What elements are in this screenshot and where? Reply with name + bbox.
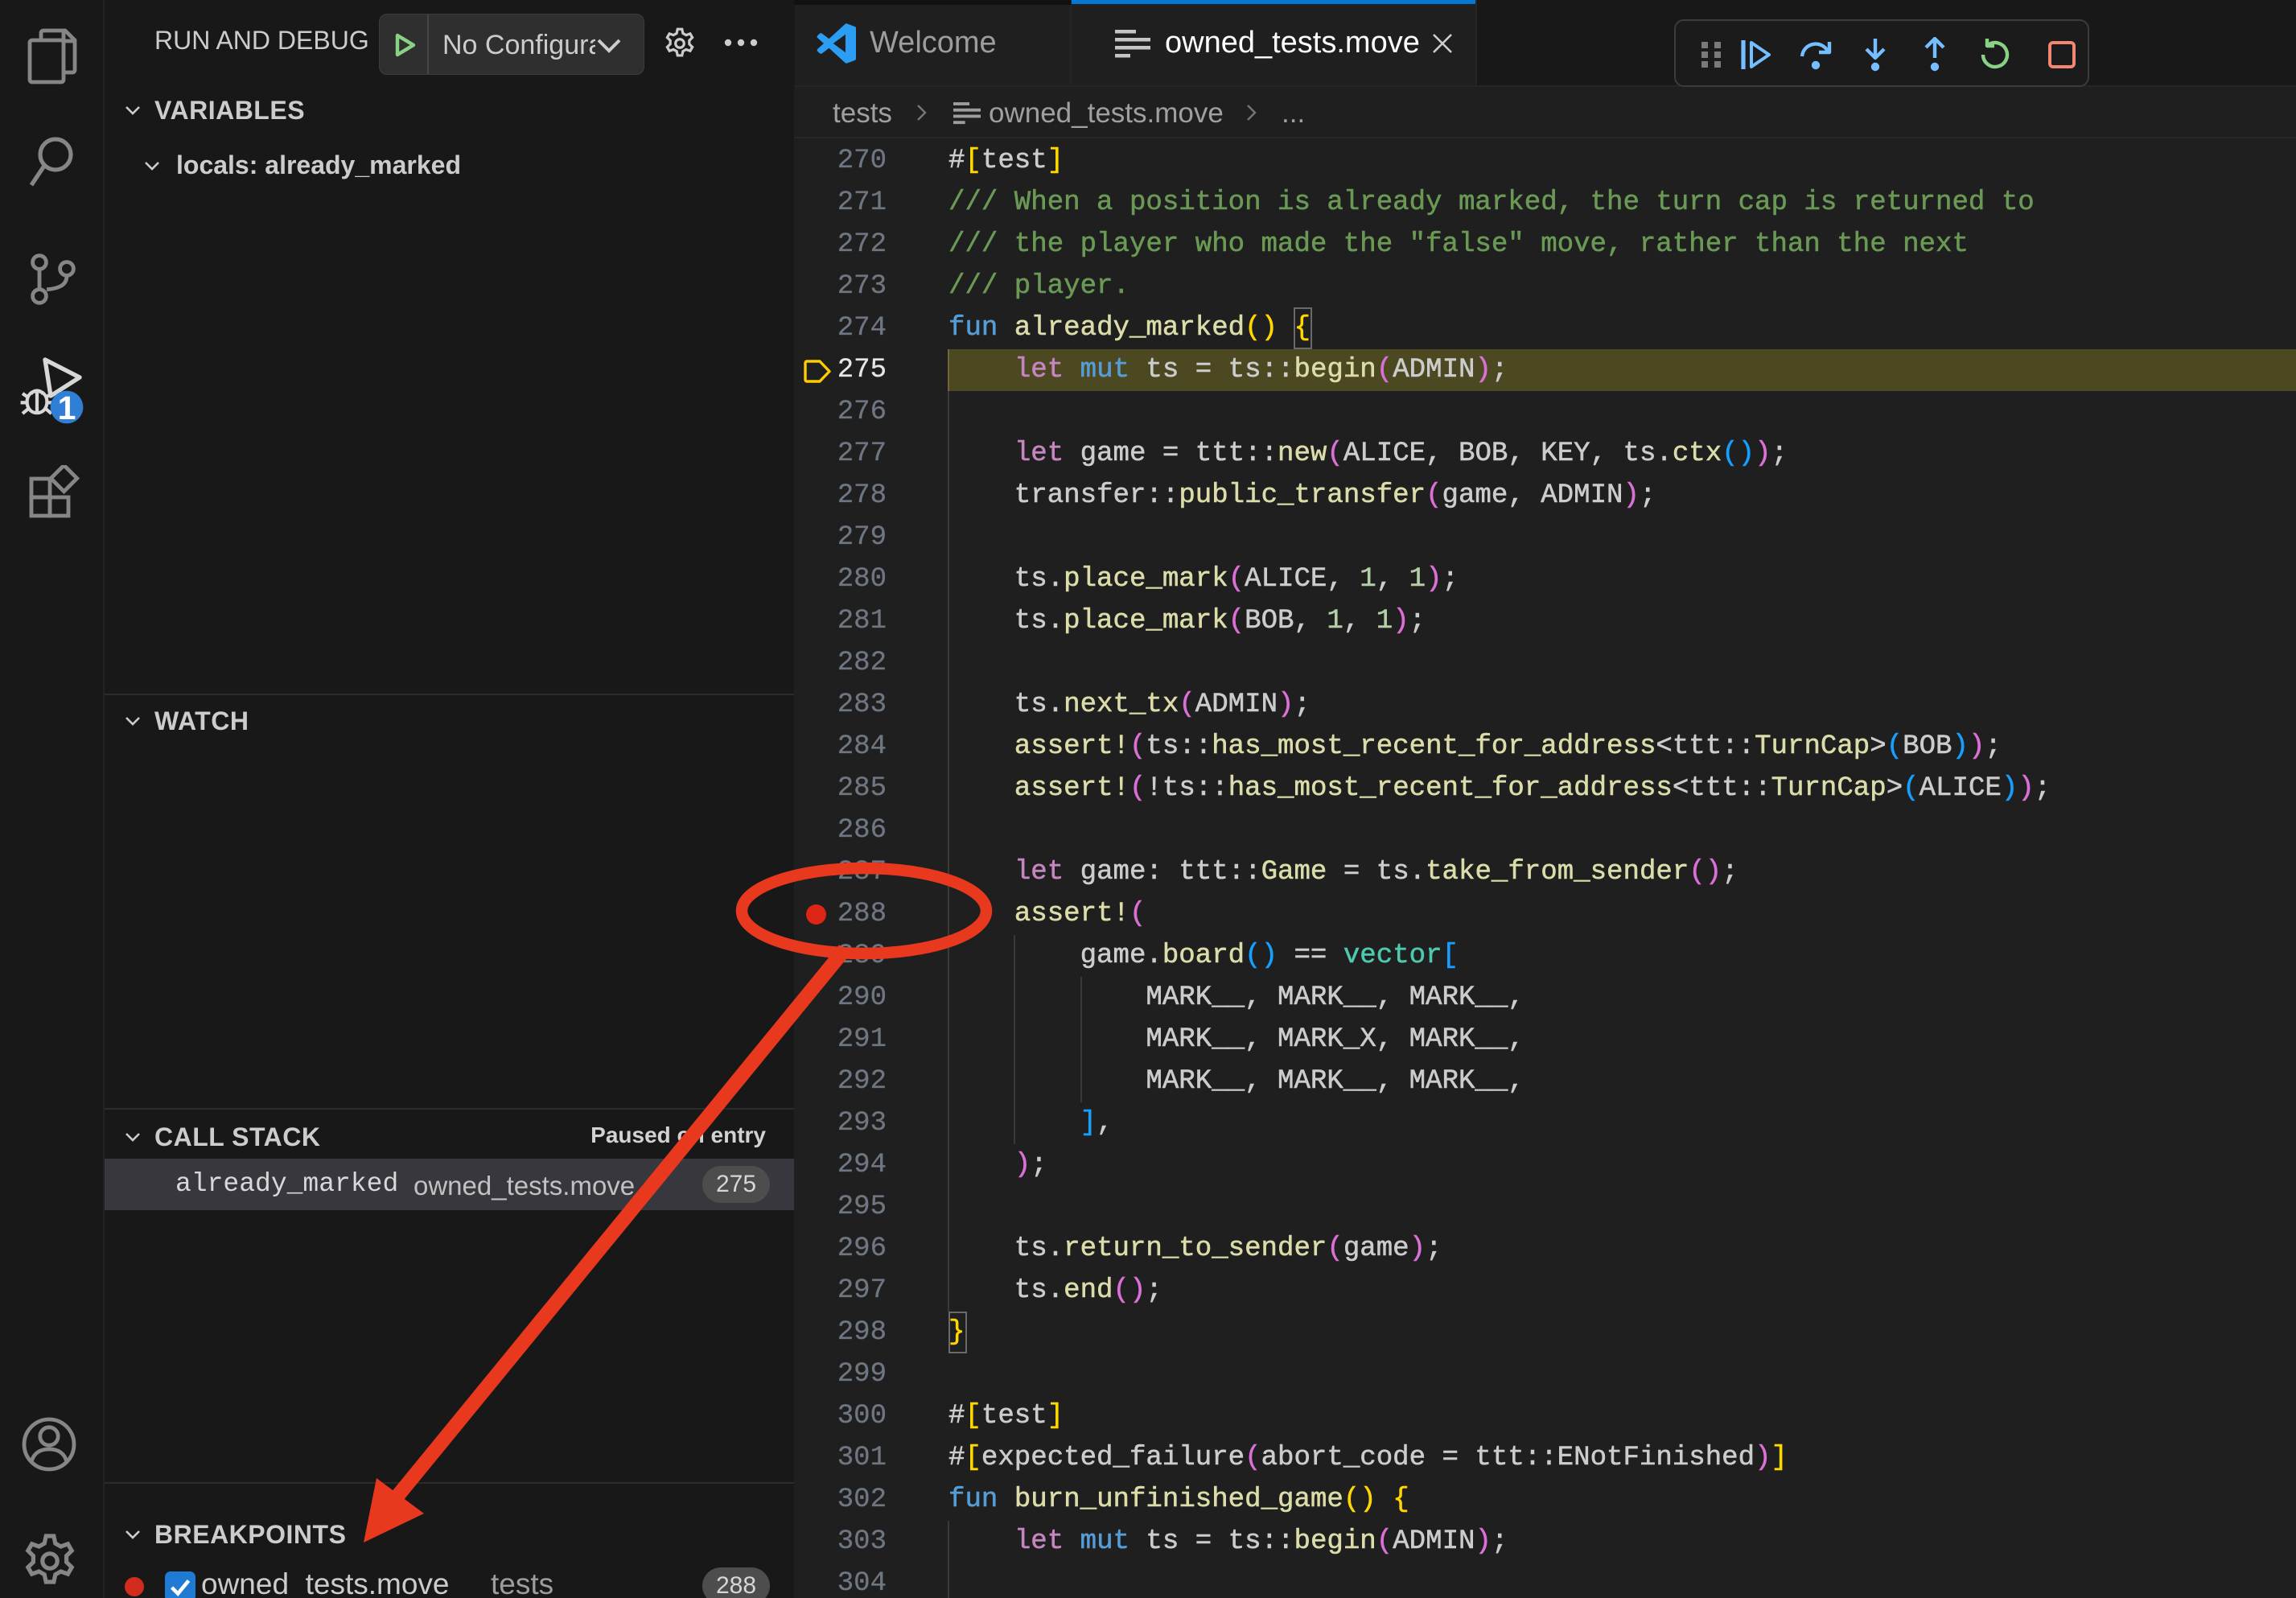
svg-text:1: 1: [58, 389, 76, 424]
